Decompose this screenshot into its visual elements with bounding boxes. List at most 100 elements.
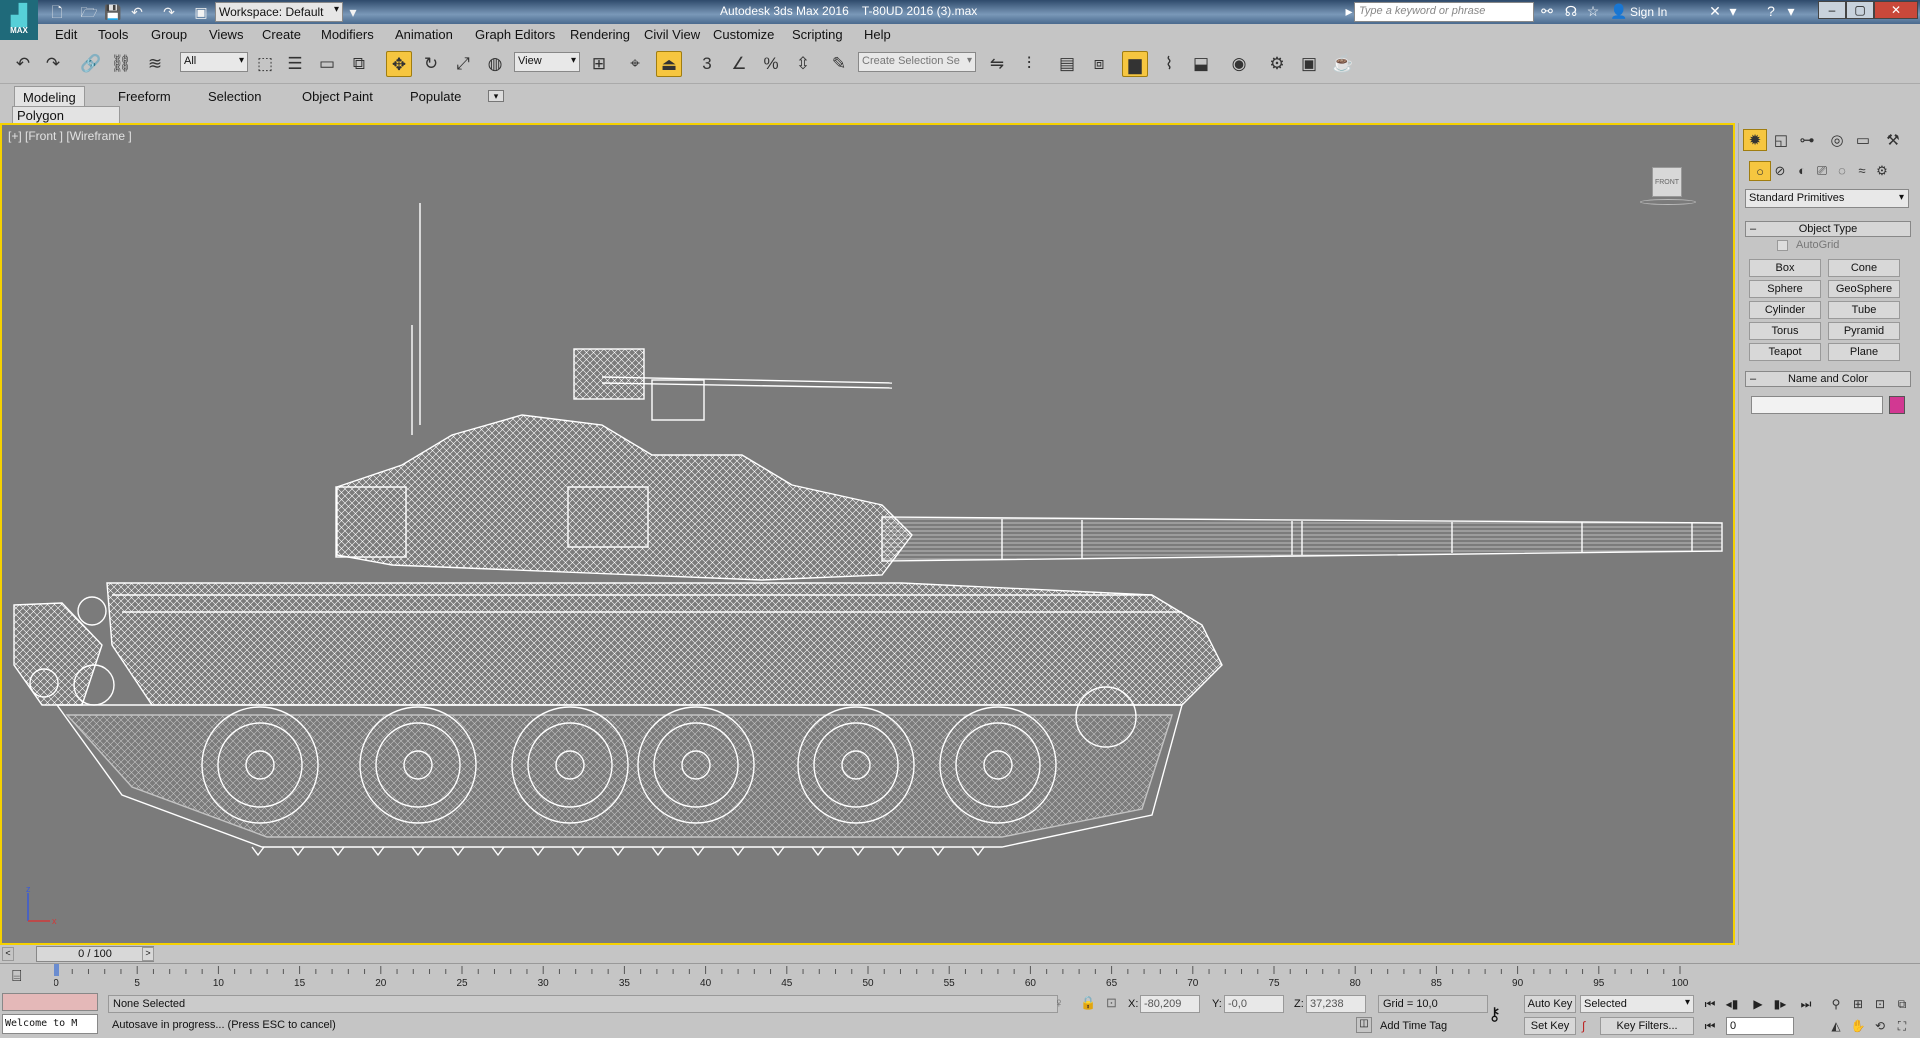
menu-modifiers[interactable]: Modifiers (321, 27, 374, 42)
maximize-viewport-icon[interactable]: ⛶ (1892, 1017, 1912, 1035)
set-key-icon[interactable]: ⚷ (1488, 1004, 1501, 1025)
time-slider-thumb[interactable]: 0 / 100 (36, 946, 154, 962)
autogrid-checkbox[interactable]: AutoGrid (1777, 239, 1839, 251)
help-icon[interactable]: ? (1762, 3, 1780, 19)
link-icon[interactable]: 🔗 (78, 51, 104, 77)
object-category-dropdown[interactable]: Standard Primitives (1745, 189, 1909, 208)
angle-snap-icon[interactable]: ∠ (726, 51, 752, 77)
ribbon-options-icon[interactable]: ▾ (488, 90, 504, 102)
pyramid-button[interactable]: Pyramid (1828, 322, 1900, 340)
auto-key-button[interactable]: Auto Key (1524, 995, 1576, 1013)
select-and-rotate-icon[interactable]: ↻ (418, 51, 444, 77)
curve-editor-icon[interactable]: ⌇ (1156, 51, 1182, 77)
qa-menu-icon[interactable]: ▾ (344, 3, 362, 21)
keyboard-shortcut-override-icon[interactable]: ⏏ (656, 51, 682, 77)
menu-create[interactable]: Create (262, 27, 301, 42)
search-input[interactable]: Type a keyword or phrase (1354, 2, 1534, 22)
display-panel-icon[interactable]: ▭ (1851, 129, 1875, 151)
named-selection-dropdown[interactable]: Create Selection Se (858, 52, 976, 72)
lights-icon[interactable]: ◐ (1791, 161, 1813, 181)
zoom-all-icon[interactable]: ⊞ (1848, 995, 1868, 1013)
orbit-icon[interactable]: ⟲ (1870, 1017, 1890, 1035)
select-and-move-icon[interactable]: ✥ (386, 51, 412, 77)
binoculars-icon[interactable]: ⚯ (1538, 3, 1556, 20)
modify-panel-icon[interactable]: ◱ (1769, 129, 1793, 151)
default-in-out-tangents-icon[interactable]: ∫ (1582, 1019, 1585, 1033)
y-coord-field[interactable]: -0,0 (1224, 995, 1284, 1013)
pivot-center-icon[interactable]: ⊞ (586, 51, 612, 77)
favorites-star-icon[interactable]: ☆ (1584, 3, 1602, 20)
systems-icon[interactable]: ⚙ (1871, 161, 1893, 181)
open-file-icon[interactable]: 🗁 (80, 3, 98, 21)
menu-scripting[interactable]: Scripting (792, 27, 843, 42)
box-button[interactable]: Box (1749, 259, 1821, 277)
cone-button[interactable]: Cone (1828, 259, 1900, 277)
menu-edit[interactable]: Edit (55, 27, 77, 42)
geometry-icon[interactable]: ○ (1749, 161, 1771, 181)
space-warps-icon[interactable]: ≈ (1851, 161, 1873, 181)
field-of-view-icon[interactable]: ◭ (1826, 1017, 1846, 1035)
z-coord-field[interactable]: 37,238 (1306, 995, 1366, 1013)
x-coord-field[interactable]: -80,209 (1140, 995, 1200, 1013)
front-viewport[interactable]: [+] [Front ] [Wireframe ] FRONT z x (0, 123, 1735, 945)
project-folder-icon[interactable]: ▣ (192, 3, 210, 21)
play-icon[interactable]: ▶ (1748, 995, 1768, 1013)
communication-center-icon[interactable]: ☊ (1562, 3, 1580, 20)
torus-button[interactable]: Torus (1749, 322, 1821, 340)
select-by-name-icon[interactable]: ☰ (282, 51, 308, 77)
absolute-offset-mode-icon[interactable]: ⊡ (1106, 995, 1117, 1011)
save-file-icon[interactable]: 💾 (104, 3, 122, 21)
go-to-end-icon[interactable]: ⏭ (1796, 995, 1816, 1013)
sign-in-link[interactable]: Sign In (1630, 5, 1667, 19)
menu-customize[interactable]: Customize (713, 27, 774, 42)
exchange-menu-icon[interactable]: ▾ (1724, 3, 1742, 20)
pan-view-icon[interactable]: ✋ (1848, 1017, 1868, 1035)
teapot-button[interactable]: Teapot (1749, 343, 1821, 361)
viewcube[interactable]: FRONT (1652, 167, 1682, 197)
utilities-panel-icon[interactable]: ⚒ (1881, 129, 1905, 151)
bind-space-warp-icon[interactable]: ≋ (142, 51, 168, 77)
cylinder-button[interactable]: Cylinder (1749, 301, 1821, 319)
go-to-start-icon[interactable]: ⏮ (1700, 995, 1720, 1013)
shapes-icon[interactable]: ⊘ (1769, 161, 1791, 181)
menu-views[interactable]: Views (209, 27, 243, 42)
redo-icon[interactable]: ↷ (40, 51, 66, 77)
redo-icon[interactable]: ↷ (160, 3, 178, 21)
undo-icon[interactable]: ↶ (10, 51, 36, 77)
previous-frame-icon[interactable]: ◂▮ (1722, 995, 1742, 1013)
create-panel-icon[interactable]: ✹ (1743, 129, 1767, 151)
key-mode-dropdown[interactable]: Selected (1580, 995, 1694, 1013)
select-and-place-icon[interactable]: ◍ (482, 51, 508, 77)
mirror-icon[interactable]: ⇋ (984, 51, 1010, 77)
toggle-ribbon-icon[interactable]: ▆ (1122, 51, 1148, 77)
workspace-dropdown[interactable]: Workspace: Default (215, 2, 343, 22)
maxscript-mini-listener[interactable]: Welcome to M (2, 1014, 98, 1034)
layer-explorer-icon[interactable]: ⧈ (1086, 51, 1112, 77)
window-crossing-icon[interactable]: ⧉ (346, 51, 372, 77)
unlink-icon[interactable]: ⛓ (108, 51, 134, 77)
key-filters-button[interactable]: Key Filters... (1600, 1017, 1694, 1035)
align-icon[interactable]: ⫶ (1016, 51, 1042, 77)
spinner-snap-icon[interactable]: ⇳ (790, 51, 816, 77)
set-key-button[interactable]: Set Key (1524, 1017, 1576, 1035)
schematic-view-icon[interactable]: ⬓ (1188, 51, 1214, 77)
undo-icon[interactable]: ↶ (128, 3, 146, 21)
object-color-swatch[interactable] (1889, 396, 1905, 414)
ribbon-tab-selection[interactable]: Selection (200, 86, 269, 106)
menu-animation[interactable]: Animation (395, 27, 453, 42)
selection-filter-dropdown[interactable]: All (180, 52, 248, 72)
track-bar[interactable]: ⌸ 0 5 10 15 20 25 30 35 40 45 50 55 60 65 70 75 80 85 90 95… (0, 963, 1920, 989)
ribbon-tab-populate[interactable]: Populate (402, 86, 469, 106)
time-slider[interactable]: < 0 / 100 > (0, 945, 1920, 963)
maxscript-listener[interactable] (2, 993, 98, 1011)
isolate-selection-icon[interactable]: ♀ (1054, 995, 1064, 1010)
mini-curve-editor-icon[interactable]: ⌸ (12, 968, 22, 986)
render-setup-icon[interactable]: ⚙ (1264, 51, 1290, 77)
time-tag-icon[interactable]: ◫ (1356, 1017, 1372, 1033)
menu-rendering[interactable]: Rendering (570, 27, 630, 42)
current-frame-marker[interactable] (54, 964, 59, 976)
time-slider-prev-icon[interactable]: < (2, 947, 14, 961)
time-slider-next-icon[interactable]: > (142, 947, 154, 961)
rendered-frame-window-icon[interactable]: ▣ (1296, 51, 1322, 77)
tube-button[interactable]: Tube (1828, 301, 1900, 319)
